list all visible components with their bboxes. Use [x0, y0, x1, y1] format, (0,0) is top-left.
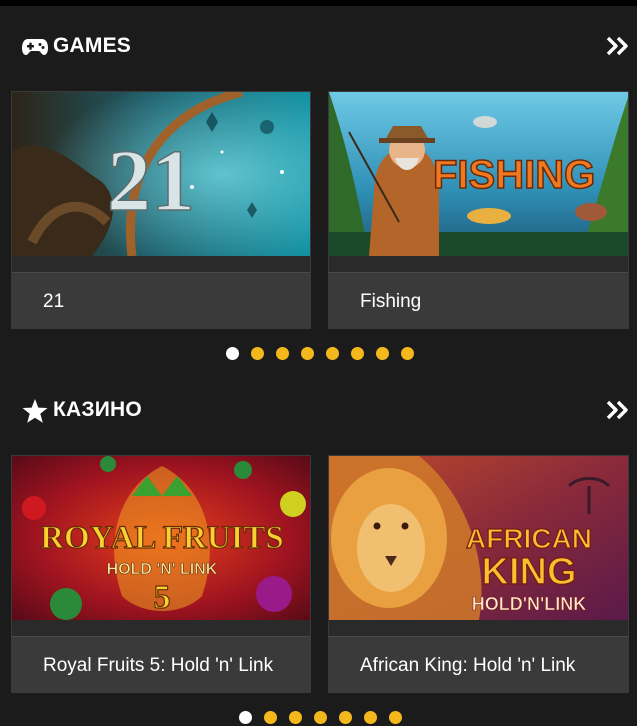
game-thumbnail-21: 21	[12, 92, 310, 256]
carousel-dot[interactable]	[389, 711, 402, 724]
carousel-dot[interactable]	[326, 347, 339, 360]
carousel-dot[interactable]	[239, 711, 252, 724]
gamepad-icon	[21, 34, 49, 58]
game-card-fishing[interactable]: FISHING Fishing	[328, 91, 629, 329]
carousel-dot[interactable]	[276, 347, 289, 360]
thumb-line-3: HOLD'N'LINK	[472, 594, 587, 614]
game-card-21[interactable]: 21 21	[11, 91, 311, 329]
game-thumbnail-african-king: AFRICAN KING HOLD'N'LINK	[329, 456, 628, 620]
thumb-line-1: AFRICAN	[466, 523, 592, 554]
casino-carousel-dots	[0, 711, 637, 725]
double-chevron-right-icon[interactable]	[605, 398, 631, 422]
card-divider	[329, 620, 628, 636]
thumb-text-21: 21	[107, 133, 195, 230]
card-divider	[12, 256, 310, 272]
games-carousel-dots	[0, 347, 637, 361]
card-divider	[12, 620, 310, 636]
game-card-african-king[interactable]: AFRICAN KING HOLD'N'LINK African King: H…	[328, 455, 629, 693]
double-chevron-right-icon[interactable]	[605, 34, 631, 58]
game-title[interactable]: Fishing	[329, 272, 628, 328]
carousel-dot[interactable]	[264, 711, 277, 724]
casino-section-header: КАЗИНО	[0, 370, 637, 450]
carousel-dot[interactable]	[289, 711, 302, 724]
carousel-dot[interactable]	[226, 347, 239, 360]
thumb-line-2: KING	[482, 551, 577, 593]
card-divider	[329, 256, 628, 272]
carousel-dot[interactable]	[401, 347, 414, 360]
thumb-text-fishing: FISHING	[433, 153, 595, 197]
thumb-line-2: HOLD 'N' LINK	[107, 561, 218, 578]
games-section-header: GAMES	[0, 6, 637, 86]
game-title[interactable]: African King: Hold 'n' Link	[329, 636, 628, 692]
section-title-casino: КАЗИНО	[53, 398, 142, 421]
carousel-dot[interactable]	[251, 347, 264, 360]
game-thumbnail-fishing: FISHING	[329, 92, 628, 256]
game-title[interactable]: 21	[12, 272, 310, 328]
game-title[interactable]: Royal Fruits 5: Hold 'n' Link	[12, 636, 310, 692]
game-card-royal-fruits[interactable]: ROYAL FRUITS HOLD 'N' LINK 5 Royal Fruit…	[11, 455, 311, 693]
star-icon	[21, 398, 49, 423]
game-thumbnail-royal-fruits: ROYAL FRUITS HOLD 'N' LINK 5	[12, 456, 310, 620]
carousel-dot[interactable]	[301, 347, 314, 360]
carousel-dot[interactable]	[314, 711, 327, 724]
carousel-dot[interactable]	[376, 347, 389, 360]
thumb-line-1: ROYAL FRUITS	[40, 520, 284, 556]
carousel-dot[interactable]	[339, 711, 352, 724]
carousel-dot[interactable]	[351, 347, 364, 360]
thumb-line-3: 5	[154, 579, 171, 616]
carousel-dot[interactable]	[364, 711, 377, 724]
section-title-games: GAMES	[53, 34, 132, 57]
